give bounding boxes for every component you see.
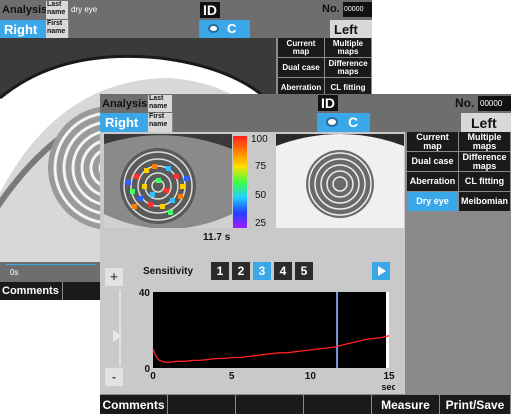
front-no-field: 00000 bbox=[478, 96, 511, 111]
front-camera-button[interactable]: C bbox=[318, 113, 370, 132]
front-zoom-track[interactable] bbox=[119, 290, 121, 366]
front-menu-aberration[interactable]: Aberration bbox=[407, 172, 458, 191]
back-camera-button[interactable]: C bbox=[200, 20, 250, 38]
front-menu-difference-maps[interactable]: Difference maps bbox=[459, 152, 510, 171]
bottom-button-empty-2[interactable] bbox=[236, 395, 303, 414]
front-elapsed-time: 11.7 s bbox=[203, 232, 231, 243]
front-play-button[interactable] bbox=[372, 262, 390, 280]
back-analysis-label: Analysis bbox=[2, 4, 48, 16]
front-color-scale bbox=[233, 136, 247, 228]
front-last-name-field[interactable] bbox=[173, 95, 317, 112]
sensitivity-level-2[interactable]: 2 bbox=[232, 262, 250, 280]
back-first-name-label: First name bbox=[46, 20, 68, 38]
back-time-label: 0s bbox=[10, 268, 19, 277]
play-icon bbox=[378, 266, 386, 276]
back-menu-difference-maps[interactable]: Difference maps bbox=[325, 58, 371, 77]
front-scale-label-75: 75 bbox=[255, 161, 267, 172]
front-bottom-bar: Comments Measure Print/Save bbox=[100, 395, 511, 414]
front-scale-label-25: 25 bbox=[255, 218, 267, 229]
sensitivity-level-3[interactable]: 3 bbox=[253, 262, 271, 280]
back-last-name-label: Last name bbox=[46, 1, 68, 19]
front-zoom-minus-button[interactable]: - bbox=[105, 368, 123, 386]
front-sensitivity-label: Sensitivity bbox=[143, 266, 194, 277]
sensitivity-level-4[interactable]: 4 bbox=[274, 262, 292, 280]
back-header-spacer bbox=[250, 20, 330, 38]
tear-meniscus-chart: 4000 5 10 15sec bbox=[139, 288, 395, 392]
front-left-eye-button[interactable]: Left bbox=[461, 113, 511, 132]
chart-end-bar bbox=[386, 292, 389, 368]
front-header-spacer bbox=[370, 113, 461, 132]
back-no-field: 00000 bbox=[343, 2, 372, 17]
back-last-name-field[interactable]: dry eye bbox=[69, 1, 199, 19]
bottom-button-empty-3[interactable] bbox=[304, 395, 371, 414]
chart-x-axis-label: sec bbox=[381, 382, 395, 392]
front-placido-image bbox=[276, 134, 404, 228]
camera-icon bbox=[208, 24, 219, 33]
sensitivity-level-5[interactable]: 5 bbox=[295, 262, 313, 280]
front-menu-dual-case[interactable]: Dual case bbox=[407, 152, 458, 171]
bottom-button-comments[interactable]: Comments bbox=[100, 395, 167, 414]
front-id-label: ID bbox=[318, 95, 338, 111]
front-zoom-handle[interactable] bbox=[113, 330, 122, 342]
front-menu-multiple-maps[interactable]: Multiple maps bbox=[459, 132, 510, 151]
back-camera-letter: C bbox=[227, 21, 237, 36]
back-menu-dual-case[interactable]: Dual case bbox=[278, 58, 324, 77]
front-menu: Current map Multiple maps Dual case Diff… bbox=[405, 132, 511, 394]
chart-x-tick-label: 15 bbox=[383, 371, 395, 382]
placido-ring-image bbox=[276, 134, 404, 228]
front-last-name-label: Last name bbox=[148, 95, 172, 112]
back-left-eye-button[interactable]: Left bbox=[330, 20, 372, 38]
front-menu-cl-fitting[interactable]: CL fitting bbox=[459, 172, 510, 191]
chart-y-tick-label: 40 bbox=[139, 288, 151, 299]
front-analysis-label: Analysis bbox=[102, 98, 148, 110]
chart-x-tick-label: 0 bbox=[150, 371, 156, 382]
back-no-label: No. bbox=[322, 3, 340, 15]
chart-x-tick-label: 10 bbox=[305, 371, 317, 382]
front-camera-letter: C bbox=[348, 114, 359, 130]
back-time-line bbox=[6, 264, 96, 265]
back-comments-button[interactable]: Comments bbox=[0, 282, 62, 300]
tear-film-map-image bbox=[104, 134, 232, 228]
front-scale-label-100: 100 bbox=[251, 134, 268, 145]
chart-plot-area bbox=[153, 292, 389, 368]
bottom-button-measure[interactable]: Measure bbox=[372, 395, 439, 414]
back-id-label: ID bbox=[200, 2, 220, 18]
camera-icon bbox=[326, 117, 338, 127]
front-first-name-label: First name bbox=[148, 113, 172, 132]
front-zoom-plus-button[interactable]: + bbox=[105, 268, 123, 286]
front-scale-label-50: 50 bbox=[255, 190, 267, 201]
sensitivity-level-1[interactable]: 1 bbox=[211, 262, 229, 280]
bottom-button-empty-1[interactable] bbox=[168, 395, 235, 414]
back-menu-current-map[interactable]: Current map bbox=[278, 38, 324, 57]
back-right-eye-button[interactable]: Right bbox=[0, 20, 46, 38]
front-first-name-field[interactable] bbox=[173, 113, 317, 132]
front-window: Analysis Last name ID No. 00000 Right Fi… bbox=[100, 94, 511, 414]
front-tear-film-image bbox=[104, 134, 232, 228]
front-right-eye-button[interactable]: Right bbox=[100, 113, 148, 132]
chart-x-tick-label: 5 bbox=[229, 371, 235, 382]
bottom-button-print-save[interactable]: Print/Save bbox=[440, 395, 510, 414]
back-menu-multiple-maps[interactable]: Multiple maps bbox=[325, 38, 371, 57]
back-first-name-field[interactable] bbox=[69, 20, 199, 38]
front-menu-current-map[interactable]: Current map bbox=[407, 132, 458, 151]
front-no-label: No. bbox=[455, 96, 475, 110]
front-menu-meibomian[interactable]: Meibomian bbox=[459, 192, 510, 211]
front-menu-dry-eye[interactable]: Dry eye bbox=[407, 192, 458, 211]
front-sensitivity-selector: 12345 bbox=[211, 262, 313, 282]
